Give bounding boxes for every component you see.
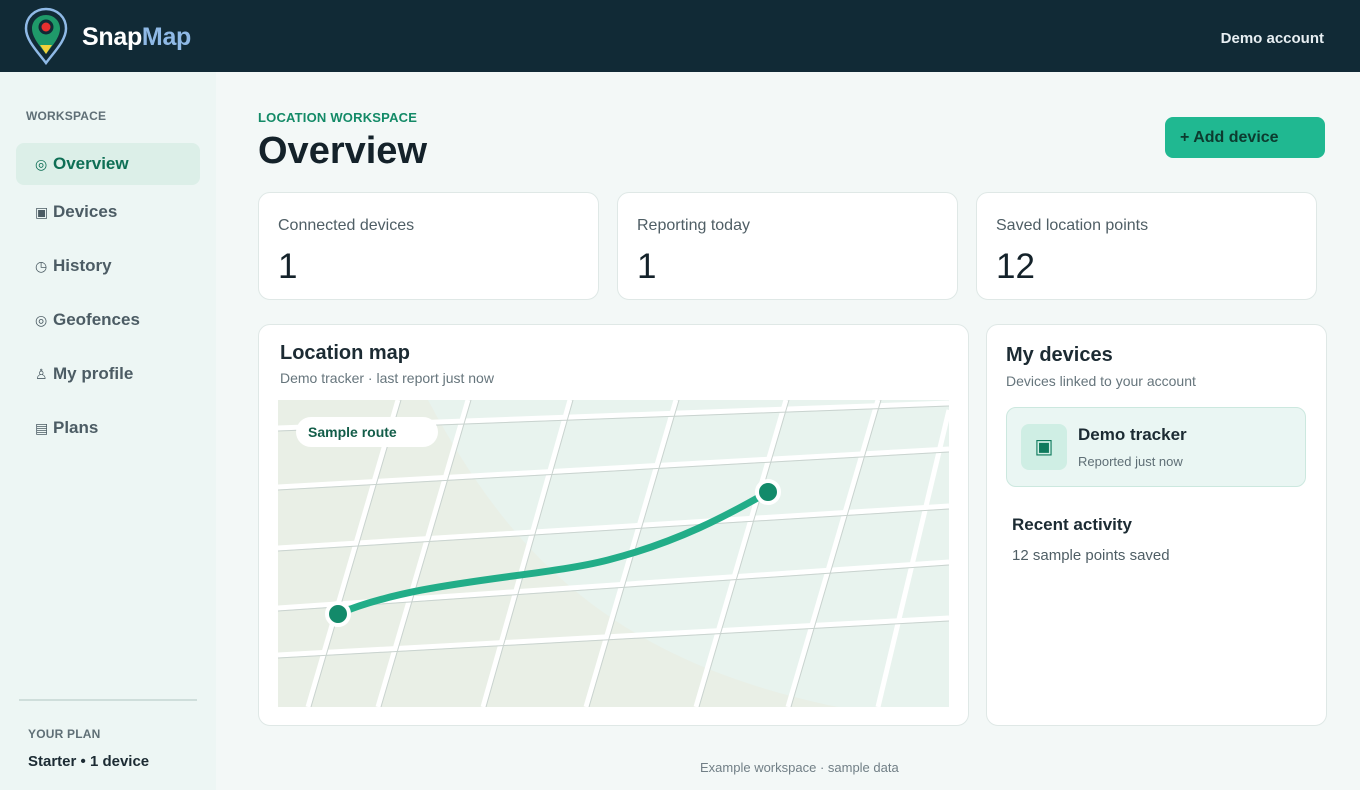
sidebar-item-my-profile[interactable]: ♙ My profile [16,353,200,395]
map-card-subtitle: Demo tracker · last report just now [280,370,494,386]
recent-activity-text: 12 sample points saved [1012,547,1170,564]
list-icon: ▤ [35,419,49,436]
route-chip[interactable]: Sample route [296,417,438,447]
sidebar: WORKSPACE ◎ Overview ▣ Devices ◷ History… [0,72,216,790]
account-menu[interactable]: Demo account [1221,30,1324,47]
sidebar-item-label: Geofences [53,310,140,329]
page-eyebrow: LOCATION WORKSPACE [258,110,418,125]
sidebar-item-label: Overview [53,154,129,173]
stat-card-reporting-today: Reporting today 1 [617,192,958,300]
sidebar-item-label: Plans [53,418,99,437]
stat-value: 1 [637,247,657,286]
stat-value: 12 [996,247,1035,286]
sidebar-item-devices[interactable]: ▣ Devices [16,191,200,233]
devices-card-title: My devices [1006,344,1113,366]
brand-name-secondary: Map [141,23,192,51]
footer-note: Example workspace · sample data [700,760,899,775]
sidebar-divider [19,699,197,701]
plan-value: Starter • 1 device [28,753,150,770]
recent-activity-title: Recent activity [1012,515,1132,534]
location-map-card: Location map Demo tracker · last report … [258,324,969,726]
device-list-item[interactable]: ▣ Demo tracker Reported just now [1006,407,1306,487]
sidebar-item-overview[interactable]: ◎ Overview [16,143,200,185]
stat-value: 1 [278,247,298,286]
stat-card-connected-devices: Connected devices 1 [258,192,599,300]
location-map[interactable]: Sample route [278,400,949,707]
stat-card-saved-points: Saved location points 12 [976,192,1317,300]
person-icon: ♙ [35,365,48,382]
route-end-marker[interactable] [755,479,781,505]
route-start-marker[interactable] [325,601,351,627]
target-icon: ◎ [35,155,48,172]
my-devices-card: My devices Devices linked to your accoun… [986,324,1327,726]
brand-name[interactable]: SnapMap [82,23,191,52]
devices-card-subtitle: Devices linked to your account [1006,373,1196,389]
brand-name-primary: Snap [82,23,142,51]
device-status: Reported just now [1078,454,1183,469]
map-card-title: Location map [280,342,411,364]
clock-icon: ◷ [35,257,48,274]
sidebar-item-label: My profile [53,364,134,383]
device-icon: ▣ [35,203,49,220]
stat-label: Saved location points [996,217,1149,234]
sidebar-item-history[interactable]: ◷ History [16,245,200,287]
stat-label: Reporting today [637,217,750,234]
sidebar-item-geofences[interactable]: ◎ Geofences [16,299,200,341]
sidebar-section-heading: WORKSPACE [26,109,107,123]
device-name: Demo tracker [1078,425,1187,444]
plan-heading: YOUR PLAN [28,727,101,741]
sidebar-item-label: Devices [53,202,118,221]
top-bar: SnapMap Demo account [0,0,1360,72]
stat-label: Connected devices [278,217,415,234]
target-icon: ◎ [35,311,48,328]
page-title: Overview [258,130,427,172]
map-pin-logo-icon[interactable] [24,7,68,65]
sidebar-item-label: History [53,256,112,275]
add-device-button[interactable]: + Add device [1165,117,1325,158]
device-icon: ▣ [1021,424,1067,470]
sidebar-item-plans[interactable]: ▤ Plans [16,407,200,449]
